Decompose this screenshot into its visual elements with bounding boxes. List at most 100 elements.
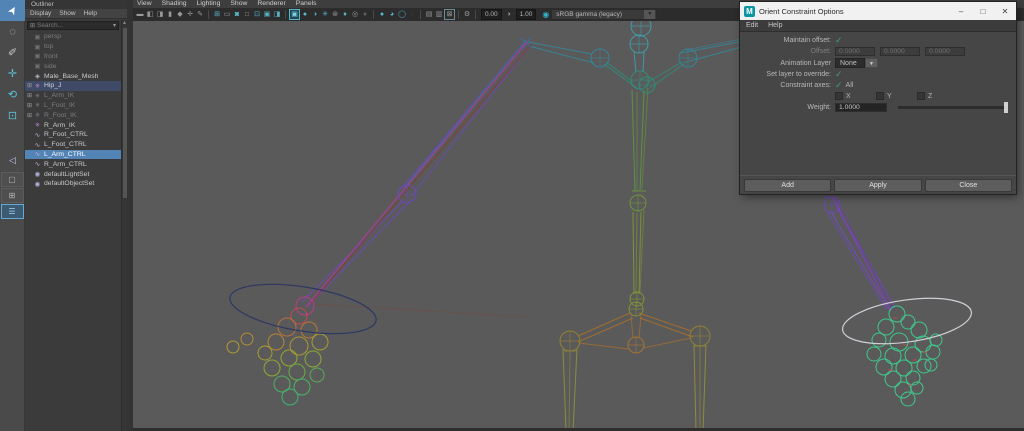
- colorspace-dropdown[interactable]: sRGB gamma (legacy) ▼: [551, 9, 657, 20]
- toolbar-icon-1-5[interactable]: ▣: [262, 9, 272, 20]
- toolbar-icon-1-1[interactable]: ▭: [222, 9, 232, 20]
- toolbar-icon-2-0[interactable]: ▣: [289, 9, 300, 20]
- viewport-menu-shading[interactable]: Shading: [162, 0, 187, 8]
- paint-select-tool[interactable]: ✐: [0, 42, 25, 63]
- outliner-item-side[interactable]: ▣side: [25, 61, 121, 71]
- maximize-button[interactable]: □: [972, 7, 994, 16]
- animation-layer-dropdown[interactable]: None ▼: [835, 58, 878, 68]
- viewport-menu-show[interactable]: Show: [230, 0, 247, 8]
- menu-help[interactable]: Help: [768, 22, 782, 29]
- viewport-menu-view[interactable]: View: [137, 0, 152, 8]
- toolbar-icon-1-2[interactable]: ◙: [232, 9, 242, 20]
- outliner-item-l_arm_ik[interactable]: ⊞✳L_Arm_IK: [25, 91, 121, 101]
- outliner-item-front[interactable]: ▣front: [25, 52, 121, 62]
- toolbar-icon-0-5[interactable]: ✛: [185, 9, 195, 20]
- toolbar-icon-2-5[interactable]: ♦: [340, 9, 350, 20]
- axis-x-checkbox[interactable]: [835, 92, 843, 100]
- gamma-field[interactable]: 1.00: [516, 9, 537, 20]
- toolbar-icon-3-3[interactable]: ◌: [407, 9, 417, 20]
- minimize-button[interactable]: –: [950, 7, 972, 16]
- contrast-icon[interactable]: ◑: [504, 9, 514, 20]
- outliner-item-defaultlightset[interactable]: ◉defaultLightSet: [25, 169, 121, 179]
- outliner-item-l_foot_ik[interactable]: ⊞✳L_Foot_IK: [25, 101, 121, 111]
- weight-slider[interactable]: [898, 102, 1008, 113]
- close-button[interactable]: ✕: [994, 7, 1016, 16]
- outliner-item-r_foot_ik[interactable]: ⊞✳R_Foot_IK: [25, 110, 121, 120]
- outliner-item-hip_j[interactable]: ⊞✳Hip_J: [25, 81, 121, 91]
- chevron-down-icon[interactable]: ▾: [113, 22, 118, 29]
- toolbar-icon-3-1[interactable]: ◕: [387, 9, 397, 20]
- toolbar-icon-2-1[interactable]: ●: [300, 9, 310, 20]
- move-tool[interactable]: ✛: [0, 63, 25, 84]
- axes-all-checkbox[interactable]: ✓: [835, 81, 843, 89]
- add-button[interactable]: Add: [744, 179, 831, 192]
- toolbar-icon-2-6[interactable]: ◎: [350, 9, 360, 20]
- toolbar-icon-2-4[interactable]: ⊛: [330, 9, 340, 20]
- exposure-field[interactable]: 0.00: [481, 9, 502, 20]
- color-management-icon[interactable]: ◉: [542, 10, 549, 19]
- toolbar-icon-3-0[interactable]: ●: [377, 9, 387, 20]
- outliner-item-r_foot_ctrl[interactable]: ∿R_Foot_CTRL: [25, 130, 121, 140]
- dialog-titlebar[interactable]: M Orient Constraint Options – □ ✕: [740, 2, 1016, 20]
- toolbar-icon-4-2[interactable]: ⊠: [444, 9, 455, 20]
- toolbar-icon-1-6[interactable]: ◨: [272, 9, 282, 20]
- chevron-down-icon[interactable]: ▼: [644, 10, 655, 19]
- menu-edit[interactable]: Edit: [746, 22, 758, 29]
- layout-single-pane[interactable]: ▢: [1, 172, 24, 187]
- chevron-down-icon[interactable]: ▼: [865, 58, 878, 68]
- offset-z-field[interactable]: 0.0000: [925, 47, 965, 56]
- toolbar-icon-3-2[interactable]: ◯: [397, 9, 407, 20]
- close-button-action[interactable]: Close: [925, 179, 1012, 192]
- toolbar-icon-4-0[interactable]: ▤: [424, 9, 434, 20]
- outliner-item-l_foot_ctrl[interactable]: ∿L_Foot_CTRL: [25, 140, 121, 150]
- outliner-search-input[interactable]: ⊞ Search... ▾: [27, 21, 119, 30]
- outliner-item-defaultobjectset[interactable]: ◉defaultObjectSet: [25, 179, 121, 189]
- toolbar-icon-2-3[interactable]: ✳: [320, 9, 330, 20]
- toolbar-icon-2-2[interactable]: ◑: [310, 9, 320, 20]
- toolbar-icon-1-3[interactable]: ◘: [242, 9, 252, 20]
- toolbar-icon-4-1[interactable]: ▥: [434, 9, 444, 20]
- select-tool[interactable]: ➤: [0, 0, 25, 21]
- viewport-menu-panels[interactable]: Panels: [296, 0, 317, 8]
- outliner-menu-display[interactable]: Display: [30, 10, 51, 17]
- viewport-menu-renderer[interactable]: Renderer: [257, 0, 285, 8]
- offset-y-field[interactable]: 0.0000: [880, 47, 920, 56]
- toolbar-icon-2-7[interactable]: ●: [360, 9, 370, 20]
- expand-icon[interactable]: ⊞: [26, 102, 33, 109]
- outliner-item-top[interactable]: ▣top: [25, 42, 121, 52]
- toolbar-icon-1-0[interactable]: ⊞: [212, 9, 222, 20]
- weight-field[interactable]: 1.0000: [835, 103, 887, 112]
- rotate-tool[interactable]: ⟲: [0, 84, 25, 105]
- expand-icon[interactable]: ⊞: [26, 112, 33, 119]
- layout-four-pane[interactable]: ⊞: [1, 188, 24, 203]
- expand-icon[interactable]: ⊞: [26, 92, 33, 99]
- outliner-item-persp[interactable]: ▣persp: [25, 32, 121, 42]
- set-layer-override-checkbox[interactable]: ✓: [835, 70, 843, 78]
- scale-tool[interactable]: ⊡: [0, 105, 25, 126]
- weight-slider-handle[interactable]: [1004, 102, 1008, 113]
- expand-icon[interactable]: ⊞: [26, 82, 33, 89]
- maintain-offset-checkbox[interactable]: ✓: [835, 36, 843, 44]
- toolbar-icon-0-4[interactable]: ◆: [175, 9, 185, 20]
- toolbar-icon-0-1[interactable]: ◧: [145, 9, 155, 20]
- outliner-item-male_base_mesh[interactable]: ◈Male_Base_Mesh: [25, 71, 121, 81]
- outliner-item-r_arm_ctrl[interactable]: ∿R_Arm_CTRL: [25, 159, 121, 169]
- toolbar-icon-0-6[interactable]: ✎: [195, 9, 205, 20]
- axis-z-checkbox[interactable]: [917, 92, 925, 100]
- axis-y-checkbox[interactable]: [876, 92, 884, 100]
- last-tool[interactable]: ◁: [0, 150, 25, 171]
- outliner-item-r_arm_ik[interactable]: ✳R_Arm_IK: [25, 120, 121, 130]
- viewport-menu-lighting[interactable]: Lighting: [197, 0, 221, 8]
- apply-button[interactable]: Apply: [834, 179, 921, 192]
- toolbar-icon-5-0[interactable]: ⚙: [462, 9, 472, 20]
- lasso-tool[interactable]: ◌: [0, 21, 25, 42]
- toolbar-icon-1-4[interactable]: ⊡: [252, 9, 262, 20]
- outliner-item-l_arm_ctrl[interactable]: ∿L_Arm_CTRL: [25, 150, 121, 160]
- outliner-menu-show[interactable]: Show: [59, 10, 75, 17]
- outliner-menu-help[interactable]: Help: [84, 10, 97, 17]
- layout-outliner-persp[interactable]: ☰: [1, 204, 24, 219]
- toolbar-icon-0-2[interactable]: ◨: [155, 9, 165, 20]
- toolbar-icon-0-3[interactable]: ▮: [165, 9, 175, 20]
- toolbar-icon-0-0[interactable]: ▬: [135, 9, 145, 20]
- offset-x-field[interactable]: 0.0000: [835, 47, 875, 56]
